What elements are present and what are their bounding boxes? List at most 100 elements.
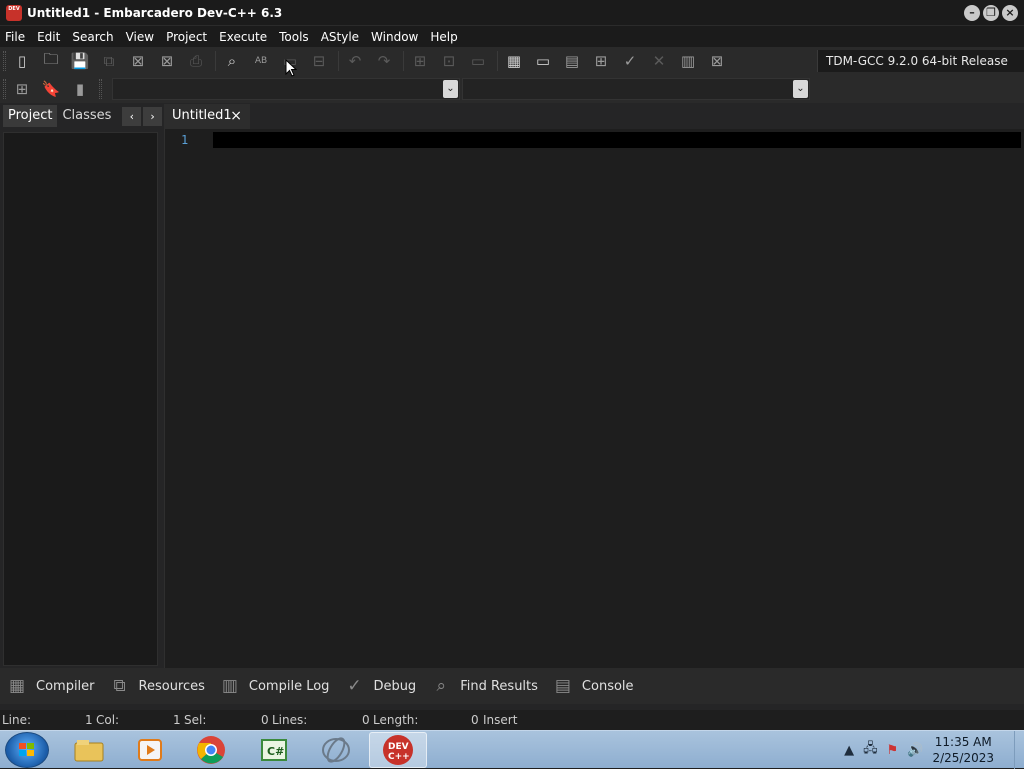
clock[interactable]: 11:35 AM 2/25/2023 xyxy=(932,734,994,766)
check-icon: ✓ xyxy=(347,676,362,696)
rebuild-icon[interactable]: ⊞ xyxy=(588,49,614,73)
print-icon[interactable]: ⎙ xyxy=(183,49,209,73)
bookmark-icon[interactable]: 🔖 xyxy=(38,77,64,101)
menu-file[interactable]: File xyxy=(0,30,31,44)
project-tree[interactable] xyxy=(3,132,158,666)
menu-project[interactable]: Project xyxy=(160,30,213,44)
grid-icon: ▦ xyxy=(8,676,26,696)
panel-tabs: Project Classes ‹ › xyxy=(0,103,162,129)
close-all-icon[interactable]: ⊠ xyxy=(154,49,180,73)
chevron-down-icon[interactable]: ⌄ xyxy=(793,80,808,98)
save-all-icon[interactable]: ⧉ xyxy=(96,49,122,73)
devcpp-app-icon: DEV xyxy=(6,4,22,21)
status-col-label: Col: xyxy=(96,713,120,727)
menu-execute[interactable]: Execute xyxy=(213,30,273,44)
code-editor[interactable]: 1 xyxy=(164,129,1024,668)
member-combo[interactable]: ⌄ xyxy=(462,78,810,100)
toolbar-grip[interactable] xyxy=(99,79,102,99)
tab-compile-log[interactable]: ▥ Compile Log xyxy=(217,674,338,698)
start-button[interactable] xyxy=(5,732,49,768)
show-hidden-icons-icon[interactable]: ▲ xyxy=(844,743,854,758)
menu-help[interactable]: Help xyxy=(424,30,463,44)
chrome-icon xyxy=(197,736,225,764)
media-player-icon xyxy=(138,739,162,761)
close-icon[interactable]: ⊠ xyxy=(125,49,151,73)
close-button[interactable]: × xyxy=(1002,5,1018,21)
open-icon[interactable]: 🗀 xyxy=(38,49,64,73)
syntax-check-icon[interactable]: ✓ xyxy=(617,49,643,73)
find-icon[interactable]: ⌕ xyxy=(219,49,245,73)
menu-tools[interactable]: Tools xyxy=(273,30,315,44)
tab-find-results[interactable]: ⌕ Find Results xyxy=(428,674,546,698)
bottom-panel-tabs: ▦ Compiler ⧉ Resources ▥ Compile Log ✓ D… xyxy=(0,668,1024,704)
toolbar-separator xyxy=(338,51,339,71)
clean-icon[interactable]: ⊠ xyxy=(704,49,730,73)
devcpp-icon: DEVC++ xyxy=(383,735,413,765)
tab-classes[interactable]: Classes xyxy=(57,105,116,127)
tab-console[interactable]: ▤ Console xyxy=(550,674,642,698)
compile-icon[interactable]: ▦ xyxy=(501,49,527,73)
run-icon[interactable]: ▭ xyxy=(530,49,556,73)
status-sel-label: Sel: xyxy=(184,713,207,727)
class-combo[interactable]: ⌄ xyxy=(112,78,460,100)
tab-label: Debug xyxy=(373,678,417,694)
menu-astyle[interactable]: AStyle xyxy=(315,30,365,44)
chart-icon[interactable]: ▥ xyxy=(675,49,701,73)
toolbar-grip[interactable] xyxy=(3,79,6,99)
comment-icon[interactable]: ▭ xyxy=(465,49,491,73)
current-line-highlight xyxy=(213,132,1021,148)
taskbar-eclipse[interactable] xyxy=(307,732,365,768)
taskbar-chrome[interactable] xyxy=(182,732,240,768)
save-icon[interactable]: 💾 xyxy=(67,49,93,73)
minimize-button[interactable]: – xyxy=(964,5,980,21)
tab-compiler[interactable]: ▦ Compiler xyxy=(4,674,103,698)
system-tray: ▲ 🖧 ⚑ 🔊 11:35 AM 2/25/2023 xyxy=(844,731,1024,769)
restore-button[interactable]: ❐ xyxy=(983,5,999,21)
stop-icon[interactable]: ✕ xyxy=(646,49,672,73)
toggle-bookmark-icon[interactable]: ⊡ xyxy=(436,49,462,73)
compiler-select[interactable]: TDM-GCC 9.2.0 64-bit Release xyxy=(817,50,1024,72)
svg-text:DEV: DEV xyxy=(388,742,409,752)
main-window: DEV Untitled1 - Embarcadero Dev-C++ 6.3 … xyxy=(0,0,1024,730)
new-class-icon[interactable]: ⊞ xyxy=(9,77,35,101)
undo-icon[interactable]: ↶ xyxy=(342,49,368,73)
menu-view[interactable]: View xyxy=(120,30,160,44)
action-center-icon[interactable]: ⚑ xyxy=(887,743,899,758)
clock-time: 11:35 AM xyxy=(934,735,992,749)
volume-icon[interactable]: 🔊 xyxy=(907,743,923,758)
chevron-right-icon[interactable]: › xyxy=(143,106,162,126)
status-line-value: 1 xyxy=(85,713,93,727)
status-lines-label: Lines: xyxy=(272,713,308,727)
goto-bookmark-icon[interactable]: ▮ xyxy=(67,77,93,101)
new-file-icon[interactable]: ▯ xyxy=(9,49,35,73)
menu-window[interactable]: Window xyxy=(365,30,424,44)
toolbar-area: ▯ 🗀 💾 ⧉ ⊠ ⊠ ⎙ ⌕ AB ▭ ⊟ ↶ ↷ ⊞ ⊡ ▭ ▦ ▭ ▤ ⊞… xyxy=(0,47,1024,103)
replace-icon[interactable]: AB xyxy=(248,49,274,73)
taskbar-csharp[interactable]: C# xyxy=(245,732,303,768)
line-number: 1 xyxy=(181,133,189,147)
editor-tab-untitled1[interactable]: Untitled1 × xyxy=(164,104,250,129)
tab-project[interactable]: Project xyxy=(3,105,58,127)
taskbar-file-explorer[interactable] xyxy=(60,732,118,768)
indent-icon[interactable]: ⊟ xyxy=(306,49,332,73)
toolbar-separator xyxy=(403,51,404,71)
tab-resources[interactable]: ⧉ Resources xyxy=(107,674,213,698)
compile-run-icon[interactable]: ▤ xyxy=(559,49,585,73)
taskbar-devcpp[interactable]: DEV C++ xyxy=(369,732,427,768)
chevron-left-icon[interactable]: ‹ xyxy=(122,106,142,126)
insert-icon[interactable]: ⊞ xyxy=(407,49,433,73)
menu-edit[interactable]: Edit xyxy=(31,30,66,44)
toolbar-grip[interactable] xyxy=(3,51,6,71)
tab-debug[interactable]: ✓ Debug xyxy=(341,674,424,698)
network-icon[interactable]: 🖧 xyxy=(863,739,878,761)
show-desktop-button[interactable] xyxy=(1014,731,1024,769)
chevron-down-icon[interactable]: ⌄ xyxy=(443,80,458,98)
clock-date: 2/25/2023 xyxy=(932,751,994,765)
taskbar-media-player[interactable] xyxy=(121,732,179,768)
menu-search[interactable]: Search xyxy=(66,30,119,44)
tab-label: Resources xyxy=(138,678,205,694)
close-tab-icon[interactable]: × xyxy=(230,104,242,128)
redo-icon[interactable]: ↷ xyxy=(371,49,397,73)
svg-text:C#: C# xyxy=(267,745,284,758)
file-explorer-icon xyxy=(74,740,104,762)
